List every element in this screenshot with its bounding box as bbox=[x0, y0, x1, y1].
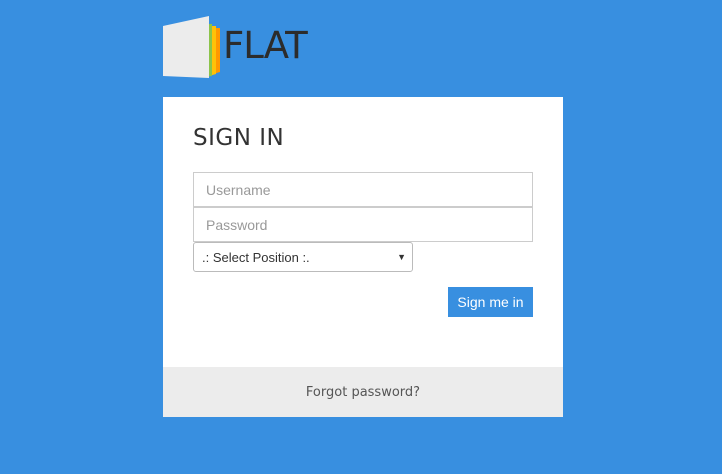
sign-in-card: SIGN IN .: Select Position :. ▼ Sign me … bbox=[163, 97, 563, 417]
card-footer: Forgot password? bbox=[163, 367, 563, 417]
brand-logo: FLAT bbox=[163, 16, 308, 78]
username-input[interactable] bbox=[193, 172, 533, 207]
sign-in-button[interactable]: Sign me in bbox=[448, 287, 533, 317]
caret-down-icon: ▼ bbox=[397, 252, 406, 262]
sign-in-form: SIGN IN .: Select Position :. ▼ Sign me … bbox=[163, 97, 563, 367]
position-select[interactable]: .: Select Position :. ▼ bbox=[193, 242, 413, 272]
logo-text: FLAT bbox=[223, 23, 308, 67]
position-select-value: .: Select Position :. bbox=[202, 249, 310, 265]
page-title: SIGN IN bbox=[193, 125, 285, 151]
forgot-password-link[interactable]: Forgot password? bbox=[306, 385, 420, 400]
login-page: FLAT SIGN IN .: Select Position :. ▼ Sig… bbox=[0, 0, 722, 474]
logo-mark-icon bbox=[163, 16, 220, 78]
password-input[interactable] bbox=[193, 207, 533, 242]
